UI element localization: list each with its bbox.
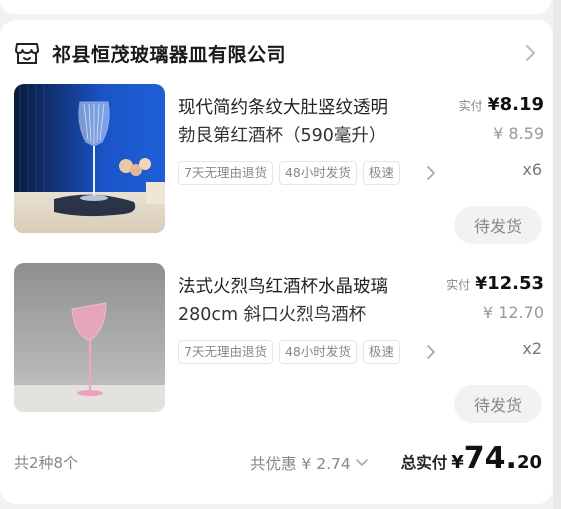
total-label: 总实付 (400, 454, 448, 472)
product-title-line2: 勃艮第红酒杯（590毫升） (178, 126, 387, 146)
currency-symbol: ¥ (487, 95, 500, 115)
chevron-right-icon[interactable] (520, 42, 540, 64)
product-title-line1: 法式火烈鸟红酒杯水晶玻璃 (178, 277, 388, 297)
previous-card-edge (0, 0, 551, 14)
tag-shipping: 48小时发货 (278, 340, 357, 364)
tag-return: 7天无理由退货 (178, 161, 273, 185)
order-item[interactable]: 法式火烈鸟红酒杯水晶玻璃 280cm 斜口火烈鸟酒杯 实付 ¥12.53 ¥ 1… (14, 263, 544, 428)
total-decimal: 20 (516, 452, 542, 473)
product-title-line2: 280cm 斜口火烈鸟酒杯 (178, 305, 367, 325)
product-title-line1: 现代简约条纹大肚竖纹透明 (178, 98, 388, 118)
discount-toggle[interactable]: 共优惠 ¥ 2.74 (250, 452, 369, 474)
chevron-down-icon (355, 459, 368, 466)
paid-price: 实付 ¥8.19 (459, 94, 544, 115)
pending-shipment-button[interactable]: 待发货 (454, 385, 542, 423)
shop-name: 祁县恒茂玻璃器皿有限公司 (52, 43, 287, 66)
order-item[interactable]: 现代简约条纹大肚竖纹透明 勃艮第红酒杯（590毫升） 实付 ¥8.19 ¥ 8.… (14, 84, 544, 249)
service-tags[interactable]: 7天无理由退货 48小时发货 极速 (178, 339, 442, 365)
paid-label: 实付 (446, 278, 471, 292)
chevron-right-icon[interactable] (420, 160, 442, 186)
price-value: 12.53 (487, 273, 544, 294)
order-summary: 共2种8个 共优惠 ¥ 2.74 总实付 ¥ 74. 20 (14, 440, 542, 480)
pending-shipment-button[interactable]: 待发货 (454, 206, 542, 244)
original-price: ¥ 12.70 (482, 303, 544, 322)
price-value: 8.19 (499, 94, 544, 115)
total-currency: ¥ (451, 452, 464, 473)
paid-label: 实付 (458, 99, 483, 113)
scrollbar-track (553, 0, 561, 509)
tag-return: 7天无理由退货 (178, 340, 273, 364)
service-tags[interactable]: 7天无理由退货 48小时发货 极速 (178, 160, 442, 186)
product-image[interactable] (14, 263, 165, 412)
original-price: ¥ 8.59 (493, 124, 544, 143)
product-image[interactable] (14, 84, 165, 233)
tag-shipping: 48小时发货 (278, 161, 357, 185)
discount-text: 共优惠 ¥ 2.74 (250, 455, 351, 473)
total-paid: 总实付 ¥ 74. 20 (401, 440, 542, 478)
quantity: x2 (522, 339, 542, 358)
tag-extra: 极速 (362, 340, 400, 364)
order-card[interactable]: 祁县恒茂玻璃器皿有限公司 现代简约条纹大肚竖纹透明 勃艮第红酒杯（590毫升） … (0, 20, 553, 504)
tag-extra: 极速 (362, 161, 400, 185)
chevron-right-icon[interactable] (420, 339, 442, 365)
paid-price: 实付 ¥12.53 (446, 273, 544, 294)
shop-header[interactable]: 祁县恒茂玻璃器皿有限公司 (14, 38, 544, 68)
store-icon (15, 43, 39, 64)
currency-symbol: ¥ (475, 274, 488, 294)
quantity: x6 (522, 160, 542, 179)
total-integer: 74. (463, 441, 517, 476)
item-count: 共2种8个 (14, 454, 79, 472)
